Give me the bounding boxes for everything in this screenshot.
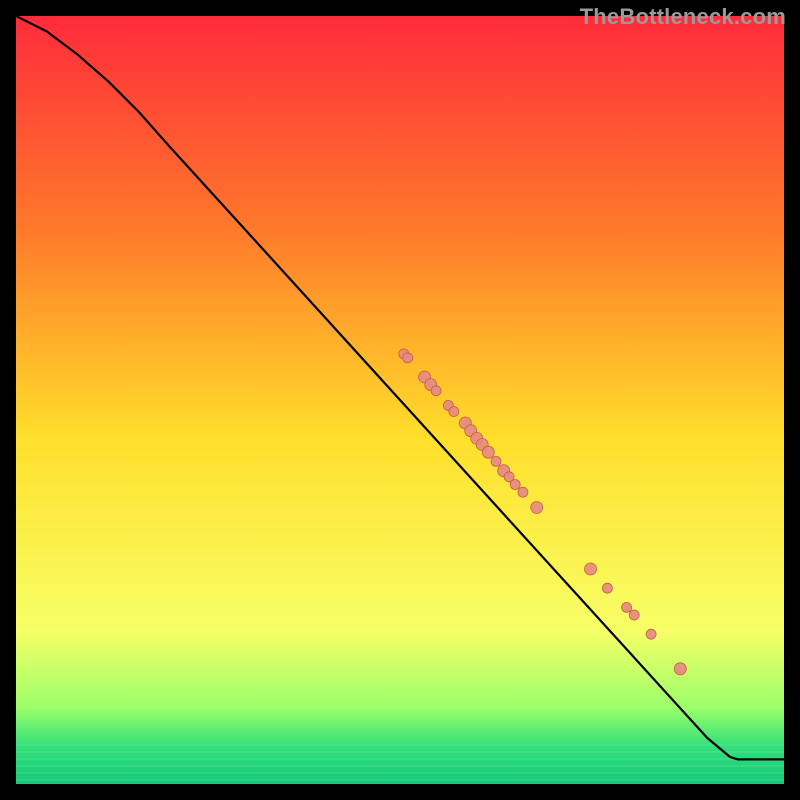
data-point <box>646 629 656 639</box>
chart-svg <box>0 0 800 800</box>
data-point <box>674 663 686 675</box>
data-point <box>518 487 528 497</box>
data-point <box>449 407 459 417</box>
data-point <box>510 480 520 490</box>
data-point <box>629 610 639 620</box>
data-point <box>491 456 501 466</box>
data-point <box>403 353 413 363</box>
data-point <box>585 563 597 575</box>
data-point <box>431 386 441 396</box>
data-point <box>531 502 543 514</box>
data-point <box>482 446 494 458</box>
data-point <box>602 583 612 593</box>
chart-stage: TheBottleneck.com <box>0 0 800 800</box>
data-point <box>622 602 632 612</box>
